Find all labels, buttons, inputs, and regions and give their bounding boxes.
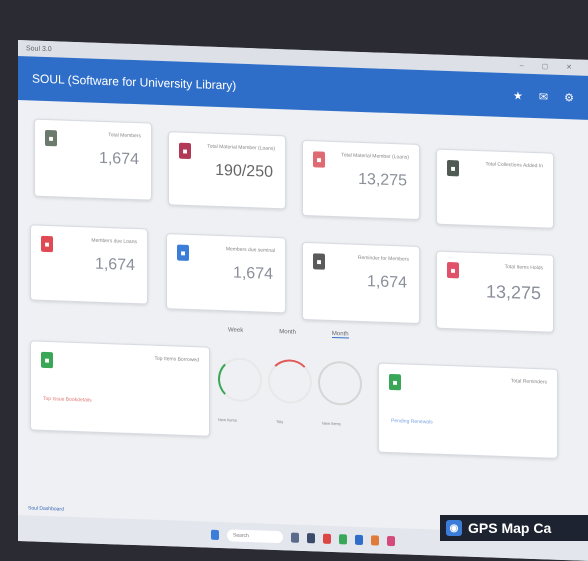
card-icon: ■: [45, 129, 57, 147]
card-icon: ■: [179, 142, 191, 160]
gps-overlay: ◉ GPS Map Ca: [440, 515, 588, 541]
edge-icon[interactable]: [355, 534, 363, 546]
files-icon[interactable]: [307, 533, 315, 544]
card-label: Members due seminal: [225, 246, 275, 254]
donut-label: New Items: [218, 416, 237, 423]
period-tabs: Week Month Month: [228, 327, 349, 339]
monitor-screen: Soul 3.0 – ▢ ✕ SOUL (Software for Univer…: [18, 40, 588, 561]
card-icon: ■: [447, 159, 459, 177]
app-icon[interactable]: [371, 535, 379, 546]
app-title: SOUL (Software for University Library): [32, 71, 237, 93]
card-reminder-members[interactable]: ■ Reminder for Members 1,674: [302, 241, 420, 325]
tab-month-active[interactable]: Month: [331, 330, 349, 339]
card-value: 1,674: [366, 273, 407, 292]
card-total-reminders[interactable]: ■ Total Reminders Pending Renewals: [378, 362, 558, 459]
card-icon: ■: [41, 235, 53, 253]
app-icon[interactable]: [323, 533, 331, 544]
donut-chart: [318, 360, 362, 407]
search-input[interactable]: Search: [227, 529, 283, 544]
card-label: Total Members: [108, 132, 141, 140]
window-controls[interactable]: – ▢ ✕: [520, 62, 580, 72]
card-total-members[interactable]: ■ Total Members 1,674: [34, 118, 152, 201]
card-label: Total Collections Added In: [485, 161, 543, 170]
card-link[interactable]: Top Issue Bookdetails: [43, 396, 92, 404]
card-icon: ■: [389, 373, 401, 391]
card-collections[interactable]: ■ Total Collections Added In: [436, 148, 554, 229]
card-material-member[interactable]: ■ Total Material Member (Loans) 13,275: [302, 139, 420, 221]
card-material-loans[interactable]: ■ Total Material Member (Loans) 190/250: [168, 131, 286, 210]
card-top-items-borrowed[interactable]: ■ Top Items Borrowed Top Issue Bookdetai…: [30, 340, 210, 437]
tab-month[interactable]: Month: [279, 329, 296, 337]
card-items-holds[interactable]: ■ Total Items Holds 13,275: [436, 250, 554, 333]
card-icon: ■: [41, 351, 53, 369]
donut-label: New Items: [322, 420, 341, 427]
mail-icon[interactable]: ✉: [539, 90, 548, 103]
card-members-due-seminal[interactable]: ■ Members due seminal 1,674: [166, 233, 286, 314]
donut-label: Title: [276, 419, 284, 425]
card-value: 13,275: [485, 281, 541, 304]
settings-icon[interactable]: ⚙: [564, 91, 574, 104]
card-members-due-loans[interactable]: ■ Members due Loans 1,674: [30, 224, 148, 305]
card-label: Reminder for Members: [357, 254, 409, 263]
taskview-icon[interactable]: [291, 532, 299, 543]
card-icon: ■: [177, 244, 189, 261]
card-label: Top Items Borrowed: [154, 355, 199, 364]
chrome-icon[interactable]: [339, 534, 347, 545]
card-label: Members due Loans: [91, 237, 137, 246]
footer-text: Soul Dashboard: [28, 505, 64, 513]
card-label: Total Reminders: [510, 378, 547, 386]
card-label: Total Material Member (Loans): [341, 152, 409, 161]
card-icon: ■: [313, 151, 325, 168]
card-icon: ■: [447, 261, 459, 279]
card-value: 13,275: [358, 170, 407, 190]
tab-week[interactable]: Week: [228, 327, 243, 335]
donut-charts: New Items Title New Items: [218, 337, 368, 482]
card-value: 1,674: [98, 149, 139, 169]
card-icon: ■: [313, 253, 325, 270]
card-label: Total Material Member (Loans): [207, 143, 275, 152]
card-value: 1,674: [94, 255, 135, 275]
card-value: 190/250: [215, 161, 273, 181]
donut-chart: [218, 356, 262, 403]
card-label: Total Items Holds: [504, 263, 543, 272]
app-icon[interactable]: [387, 535, 395, 547]
gps-overlay-text: GPS Map Ca: [468, 520, 552, 536]
star-icon[interactable]: ★: [513, 89, 523, 102]
start-icon[interactable]: [211, 529, 219, 541]
card-link[interactable]: Pending Renewals: [391, 418, 433, 425]
donut-chart: [268, 358, 312, 405]
window-title: Soul 3.0: [26, 44, 52, 53]
camera-icon: ◉: [446, 520, 462, 536]
card-value: 1,674: [232, 264, 273, 283]
